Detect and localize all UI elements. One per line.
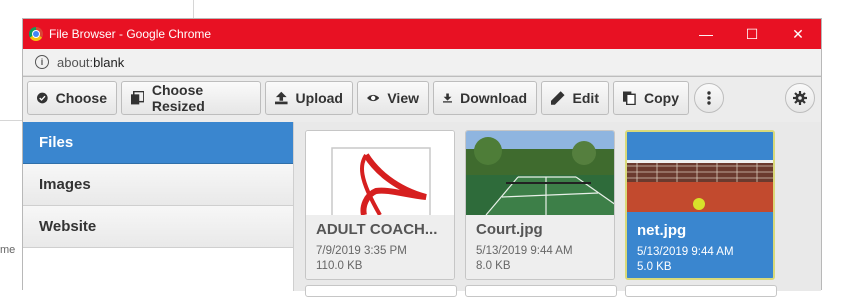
view-button[interactable]: View bbox=[357, 81, 429, 115]
edit-button[interactable]: Edit bbox=[541, 81, 609, 115]
file-card[interactable] bbox=[625, 285, 777, 297]
chrome-logo-icon bbox=[29, 27, 43, 41]
download-label: Download bbox=[460, 90, 527, 106]
download-icon bbox=[443, 93, 453, 103]
tennis-net-image bbox=[627, 132, 773, 216]
tennis-court-image bbox=[466, 131, 614, 215]
file-name: ADULT COACH... bbox=[316, 221, 438, 238]
file-card[interactable]: net.jpg 5/13/2019 9:44 AM 5.0 KB bbox=[625, 130, 775, 280]
minimize-button[interactable]: — bbox=[683, 19, 729, 49]
file-date: 5/13/2019 9:44 AM bbox=[637, 246, 734, 258]
background-divider bbox=[193, 0, 194, 18]
gear-icon bbox=[793, 91, 807, 105]
file-date: 7/9/2019 3:35 PM bbox=[316, 245, 407, 257]
file-size: 8.0 KB bbox=[476, 260, 511, 272]
sidebar-item-files[interactable]: Files bbox=[23, 122, 293, 164]
url-text[interactable]: about:blank bbox=[57, 55, 124, 70]
sidebar: Files Images Website bbox=[23, 122, 294, 291]
window-title: File Browser - Google Chrome bbox=[49, 27, 212, 41]
pencil-icon bbox=[551, 91, 565, 105]
file-size: 5.0 KB bbox=[637, 261, 672, 273]
maximize-button[interactable]: ☐ bbox=[729, 19, 775, 49]
upload-button[interactable]: Upload bbox=[265, 81, 353, 115]
file-name: Court.jpg bbox=[476, 221, 543, 238]
file-card[interactable]: ADULT COACH... 7/9/2019 3:35 PM 110.0 KB bbox=[305, 130, 455, 280]
vertical-dots-icon bbox=[707, 91, 711, 105]
copy-label: Copy bbox=[644, 90, 679, 106]
settings-button[interactable] bbox=[785, 83, 815, 113]
copy-icon bbox=[623, 91, 636, 105]
upload-icon bbox=[275, 91, 288, 105]
sidebar-item-images[interactable]: Images bbox=[23, 164, 293, 206]
choose-resized-button[interactable]: Choose Resized bbox=[121, 81, 261, 115]
sidebar-item-website[interactable]: Website bbox=[23, 206, 293, 248]
download-button[interactable]: Download bbox=[433, 81, 537, 115]
file-size: 110.0 KB bbox=[316, 260, 363, 272]
copy-button[interactable]: Copy bbox=[613, 81, 689, 115]
file-grid: ADULT COACH... 7/9/2019 3:35 PM 110.0 KB bbox=[294, 122, 821, 297]
edit-label: Edit bbox=[572, 90, 599, 106]
background-divider bbox=[0, 120, 22, 121]
choose-button[interactable]: Choose bbox=[27, 81, 117, 115]
file-card[interactable] bbox=[305, 285, 457, 297]
close-button[interactable]: ✕ bbox=[775, 19, 821, 49]
eye-icon bbox=[367, 94, 380, 102]
pdf-icon bbox=[306, 131, 454, 215]
file-card[interactable]: Court.jpg 5/13/2019 9:44 AM 8.0 KB bbox=[465, 130, 615, 280]
choose-resized-label: Choose Resized bbox=[151, 82, 205, 114]
upload-label: Upload bbox=[295, 90, 343, 106]
toolbar: Choose Choose Resized Upload View Downlo… bbox=[23, 76, 821, 123]
file-date: 5/13/2019 9:44 AM bbox=[476, 245, 573, 257]
info-icon[interactable]: i bbox=[35, 55, 49, 69]
browser-window: File Browser - Google Chrome — ☐ ✕ i abo… bbox=[22, 18, 822, 297]
choose-label: Choose bbox=[55, 90, 107, 106]
address-bar[interactable]: i about:blank bbox=[23, 49, 821, 76]
file-card[interactable] bbox=[465, 285, 617, 297]
check-circle-icon bbox=[37, 92, 48, 104]
title-bar[interactable]: File Browser - Google Chrome — ☐ ✕ bbox=[23, 19, 821, 49]
resize-icon bbox=[131, 91, 144, 105]
file-name: net.jpg bbox=[637, 222, 687, 239]
more-options-button[interactable] bbox=[694, 83, 724, 113]
background-text-fragment: me bbox=[0, 244, 16, 256]
view-label: View bbox=[387, 90, 419, 106]
